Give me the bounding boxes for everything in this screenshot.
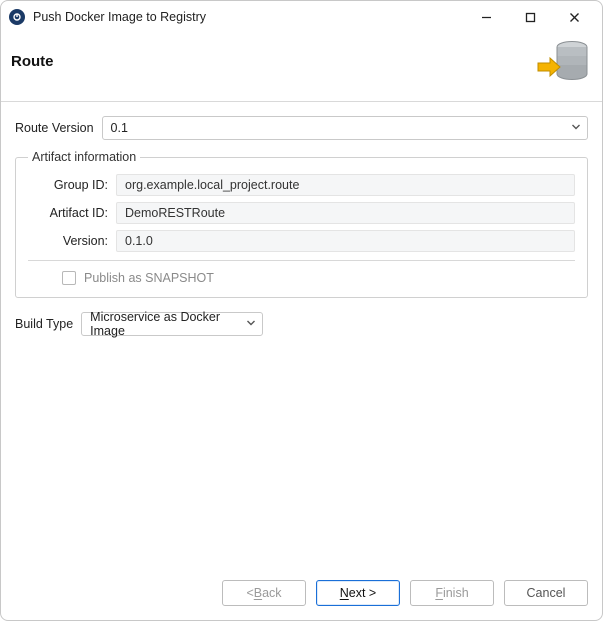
back-mn: B bbox=[254, 586, 262, 600]
close-button[interactable] bbox=[552, 3, 596, 31]
publish-snapshot-row: Publish as SNAPSHOT bbox=[28, 271, 575, 285]
next-button[interactable]: Next > bbox=[316, 580, 400, 606]
page-title: Route bbox=[11, 53, 536, 70]
group-id-value: org.example.local_project.route bbox=[125, 178, 299, 192]
chevron-down-icon bbox=[246, 317, 256, 331]
artifact-id-row: Artifact ID: DemoRESTRoute bbox=[28, 202, 575, 224]
group-id-row: Group ID: org.example.local_project.rout… bbox=[28, 174, 575, 196]
footer-buttons: < Back Next > Finish Cancel bbox=[1, 568, 602, 620]
finish-button[interactable]: Finish bbox=[410, 580, 494, 606]
artifact-version-row: Version: 0.1.0 bbox=[28, 230, 575, 252]
artifact-version-label: Version: bbox=[28, 234, 116, 248]
route-version-row: Route Version 0.1 bbox=[15, 116, 588, 140]
back-rest: ack bbox=[262, 586, 281, 600]
divider bbox=[28, 260, 575, 261]
artifact-version-value: 0.1.0 bbox=[125, 234, 153, 248]
route-version-value: 0.1 bbox=[111, 121, 128, 135]
finish-rest: inish bbox=[443, 586, 469, 600]
route-version-select[interactable]: 0.1 bbox=[102, 116, 588, 140]
publish-snapshot-label: Publish as SNAPSHOT bbox=[84, 271, 214, 285]
window-controls bbox=[464, 3, 596, 31]
content-area: Route Version 0.1 Artifact information G… bbox=[1, 102, 602, 568]
back-prefix: < bbox=[246, 586, 253, 600]
cancel-label: Cancel bbox=[527, 586, 566, 600]
maximize-button[interactable] bbox=[508, 3, 552, 31]
group-id-label: Group ID: bbox=[28, 178, 116, 192]
build-type-label: Build Type bbox=[15, 317, 73, 331]
next-rest: ext > bbox=[349, 586, 376, 600]
back-button[interactable]: < Back bbox=[222, 580, 306, 606]
window-title: Push Docker Image to Registry bbox=[33, 10, 464, 24]
route-version-label: Route Version bbox=[15, 121, 94, 135]
database-deploy-icon bbox=[536, 37, 592, 85]
build-type-value: Microservice as Docker Image bbox=[90, 310, 240, 338]
titlebar[interactable]: Push Docker Image to Registry bbox=[1, 1, 602, 33]
next-mn: N bbox=[340, 586, 349, 600]
build-type-row: Build Type Microservice as Docker Image bbox=[15, 312, 588, 336]
finish-mn: F bbox=[435, 586, 443, 600]
artifact-id-value: DemoRESTRoute bbox=[125, 206, 225, 220]
artifact-info-legend: Artifact information bbox=[28, 150, 140, 164]
chevron-down-icon bbox=[571, 121, 581, 135]
dialog-window: Push Docker Image to Registry Route bbox=[0, 0, 603, 621]
group-id-field: org.example.local_project.route bbox=[116, 174, 575, 196]
app-icon bbox=[9, 9, 25, 25]
artifact-id-field: DemoRESTRoute bbox=[116, 202, 575, 224]
dialog-header: Route bbox=[1, 33, 602, 102]
artifact-info-group: Artifact information Group ID: org.examp… bbox=[15, 150, 588, 298]
cancel-button[interactable]: Cancel bbox=[504, 580, 588, 606]
minimize-button[interactable] bbox=[464, 3, 508, 31]
publish-snapshot-checkbox[interactable] bbox=[62, 271, 76, 285]
build-type-select[interactable]: Microservice as Docker Image bbox=[81, 312, 263, 336]
artifact-id-label: Artifact ID: bbox=[28, 206, 116, 220]
artifact-version-field: 0.1.0 bbox=[116, 230, 575, 252]
